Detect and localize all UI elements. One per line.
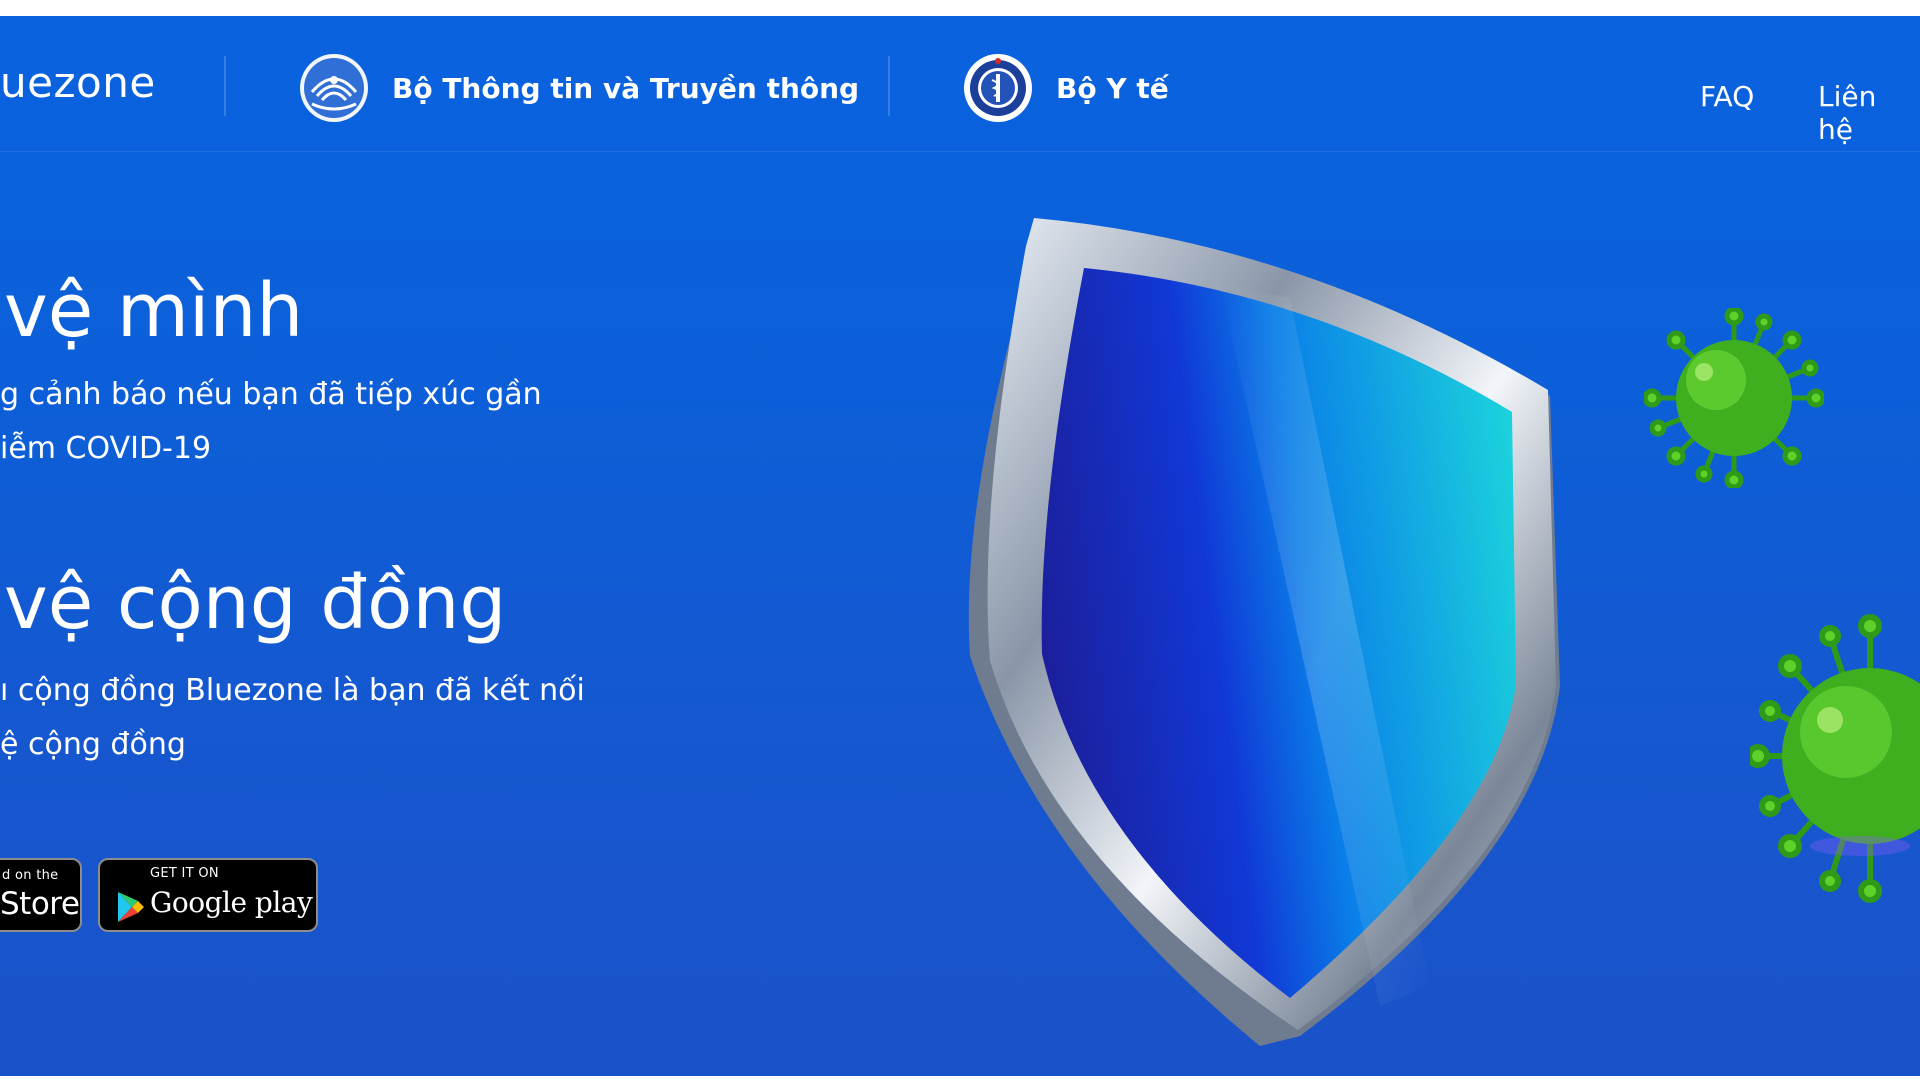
top-nav: uezone Bộ Thông tin và Truyền thông Bộ Y… xyxy=(0,16,1920,152)
app-store-button[interactable]: d on the Store xyxy=(0,858,82,932)
nav-contact-link[interactable]: Liên hệ xyxy=(1818,80,1920,146)
brand-logo-text[interactable]: uezone xyxy=(0,58,156,107)
nav-divider xyxy=(888,56,890,116)
hero-section: uezone Bộ Thông tin và Truyền thông Bộ Y… xyxy=(0,16,1920,1076)
ministry-info-emblem-icon xyxy=(298,52,370,124)
subtext-protect-self-line1: g cảnh báo nếu bạn đã tiếp xúc gần xyxy=(0,377,542,412)
google-play-small-label: GET IT ON xyxy=(150,866,219,881)
shield-illustration xyxy=(960,206,1580,1046)
app-store-big-label: Store xyxy=(0,886,80,922)
app-store-small-label: d on the xyxy=(2,868,59,883)
play-triangle-icon xyxy=(116,890,146,928)
subtext-protect-community-line2: ệ cộng đồng xyxy=(0,727,186,762)
google-play-button[interactable]: GET IT ON Google play xyxy=(98,858,318,932)
heading-protect-self: vệ mình xyxy=(4,268,304,354)
subtext-protect-community-line1: ı cộng đồng Bluezone là bạn đã kết nối xyxy=(0,673,585,708)
nav-faq-link[interactable]: FAQ xyxy=(1700,80,1754,113)
virus-icon xyxy=(1642,306,1826,492)
org-ministry-health-label: Bộ Y tế xyxy=(1056,71,1169,105)
ministry-health-emblem-icon xyxy=(962,52,1034,124)
org-ministry-info[interactable]: Bộ Thông tin và Truyền thông xyxy=(298,52,859,124)
shield-icon xyxy=(968,218,1560,1046)
org-ministry-health[interactable]: Bộ Y tế xyxy=(962,52,1169,124)
google-play-big-label: Google play xyxy=(150,886,313,919)
heading-protect-community: vệ cộng đồng xyxy=(4,560,507,646)
virus-icon xyxy=(1746,606,1920,910)
page: uezone Bộ Thông tin và Truyền thông Bộ Y… xyxy=(0,0,1920,1080)
nav-divider xyxy=(224,56,226,116)
org-ministry-info-label: Bộ Thông tin và Truyền thông xyxy=(392,71,860,105)
subtext-protect-self-line2: iễm COVID-19 xyxy=(0,431,212,466)
